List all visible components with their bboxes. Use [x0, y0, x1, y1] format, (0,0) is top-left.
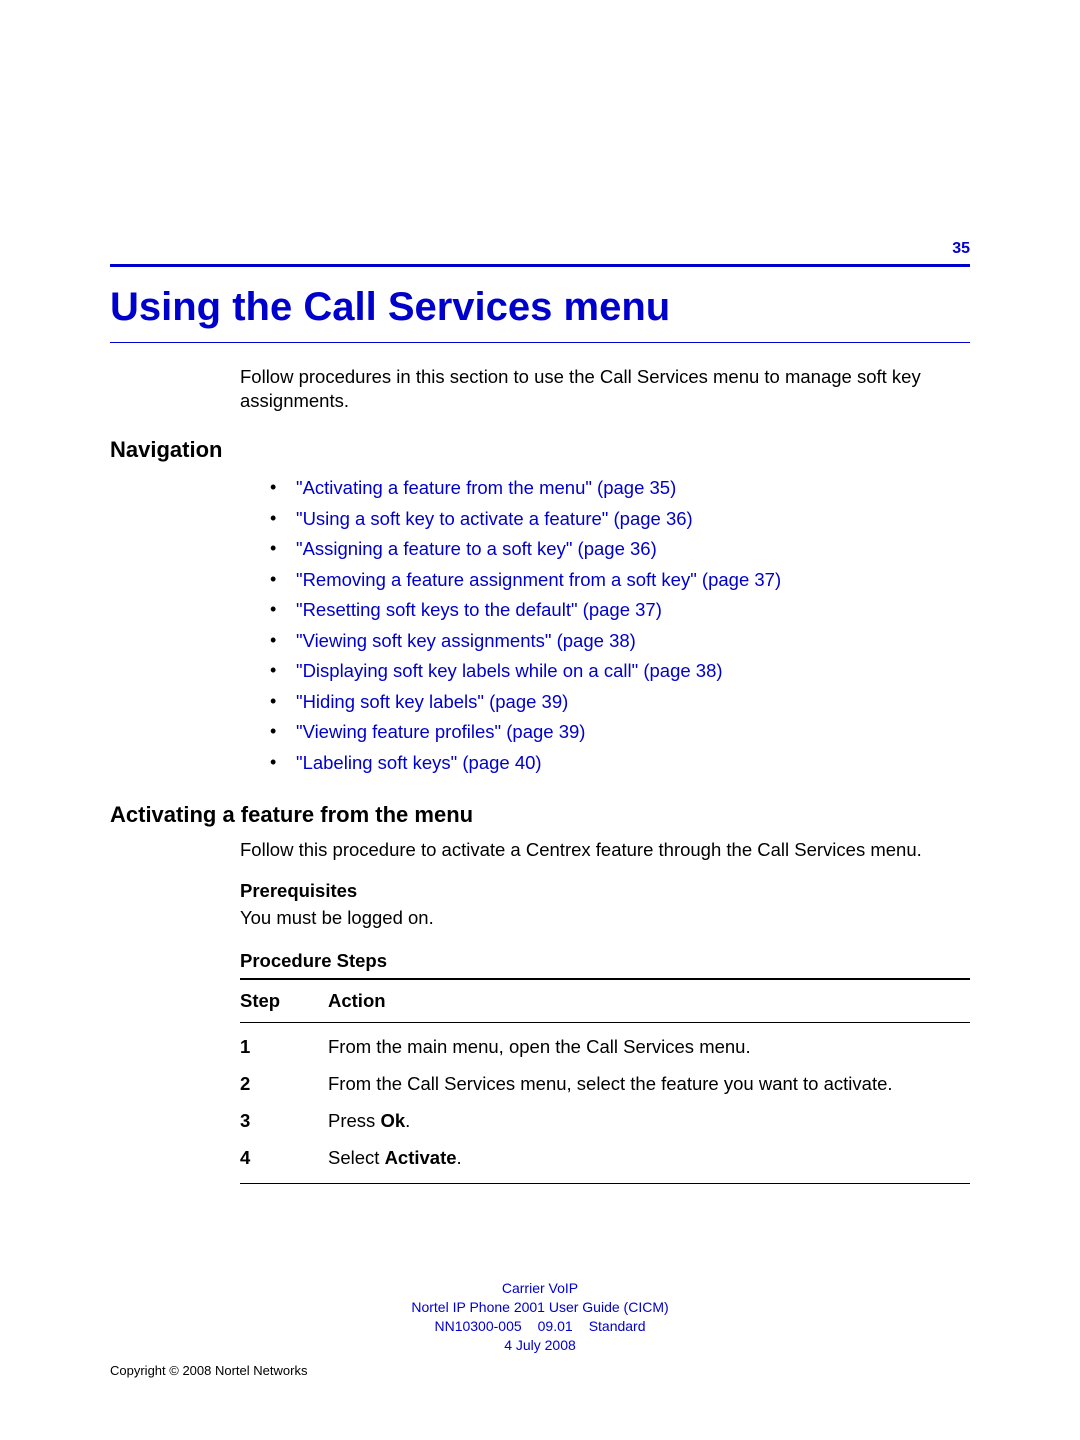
nav-link[interactable]: "Removing a feature assignment from a so… — [296, 569, 781, 590]
nav-link[interactable]: "Using a soft key to activate a feature"… — [296, 508, 693, 529]
prerequisites-body: You must be logged on. — [240, 906, 970, 930]
table-head-rule — [240, 1022, 970, 1023]
nav-link[interactable]: "Activating a feature from the menu" (pa… — [296, 477, 676, 498]
table-row: 3 Press Ok. — [240, 1103, 970, 1140]
nav-link[interactable]: "Hiding soft key labels" (page 39) — [296, 691, 568, 712]
section-activating-heading: Activating a feature from the menu — [110, 802, 970, 828]
footer: Carrier VoIP Nortel IP Phone 2001 User G… — [110, 1279, 970, 1380]
step-number: 2 — [240, 1066, 328, 1103]
intro-text: Follow procedures in this section to use… — [240, 365, 970, 413]
section-activating-intro: Follow this procedure to activate a Cent… — [240, 838, 970, 862]
nav-item: "Viewing feature profiles" (page 39) — [270, 717, 970, 748]
steps-block: Step Action 1 From the main menu, open t… — [240, 978, 970, 1184]
nav-item: "Hiding soft key labels" (page 39) — [270, 687, 970, 718]
nav-link[interactable]: "Displaying soft key labels while on a c… — [296, 660, 723, 681]
nav-link[interactable]: "Resetting soft keys to the default" (pa… — [296, 599, 662, 620]
nav-link[interactable]: "Viewing feature profiles" (page 39) — [296, 721, 585, 742]
procedure-steps-heading: Procedure Steps — [240, 950, 970, 972]
nav-item: "Using a soft key to activate a feature"… — [270, 504, 970, 535]
nav-link[interactable]: "Assigning a feature to a soft key" (pag… — [296, 538, 657, 559]
step-action: From the Call Services menu, select the … — [328, 1066, 970, 1103]
nav-item: "Assigning a feature to a soft key" (pag… — [270, 534, 970, 565]
steps-table-body: 1 From the main menu, open the Call Serv… — [240, 1029, 970, 1177]
header-step: Step — [240, 986, 328, 1016]
nav-item: "Labeling soft keys" (page 40) — [270, 748, 970, 779]
table-row: 4 Select Activate. — [240, 1140, 970, 1177]
step-number: 1 — [240, 1029, 328, 1066]
nav-item: "Viewing soft key assignments" (page 38) — [270, 626, 970, 657]
table-row: 1 From the main menu, open the Call Serv… — [240, 1029, 970, 1066]
table-top-rule — [240, 978, 970, 980]
nav-item: "Removing a feature assignment from a so… — [270, 565, 970, 596]
prerequisites-heading: Prerequisites — [240, 880, 970, 902]
table-row: 2 From the Call Services menu, select th… — [240, 1066, 970, 1103]
title-rule — [110, 342, 970, 343]
nav-item: "Activating a feature from the menu" (pa… — [270, 473, 970, 504]
chapter-title: Using the Call Services menu — [110, 285, 970, 330]
nav-item: "Resetting soft keys to the default" (pa… — [270, 595, 970, 626]
footer-line3: NN10300-00509.01Standard — [110, 1317, 970, 1336]
footer-line1: Carrier VoIP — [110, 1279, 970, 1298]
nav-link[interactable]: "Labeling soft keys" (page 40) — [296, 752, 542, 773]
step-action: Select Activate. — [328, 1140, 970, 1177]
step-action: Press Ok. — [328, 1103, 970, 1140]
nav-item: "Displaying soft key labels while on a c… — [270, 656, 970, 687]
nav-link[interactable]: "Viewing soft key assignments" (page 38) — [296, 630, 636, 651]
top-rule — [110, 264, 970, 267]
table-bottom-rule — [240, 1183, 970, 1184]
navigation-list: "Activating a feature from the menu" (pa… — [270, 473, 970, 778]
step-number: 4 — [240, 1140, 328, 1177]
navigation-heading: Navigation — [110, 437, 970, 463]
steps-table: Step Action — [240, 986, 970, 1016]
footer-line4: 4 July 2008 — [110, 1336, 970, 1355]
footer-line2: Nortel IP Phone 2001 User Guide (CICM) — [110, 1298, 970, 1317]
copyright: Copyright © 2008 Nortel Networks — [110, 1362, 970, 1380]
step-action: From the main menu, open the Call Servic… — [328, 1029, 970, 1066]
header-action: Action — [328, 986, 970, 1016]
page-number: 35 — [110, 240, 970, 258]
step-number: 3 — [240, 1103, 328, 1140]
